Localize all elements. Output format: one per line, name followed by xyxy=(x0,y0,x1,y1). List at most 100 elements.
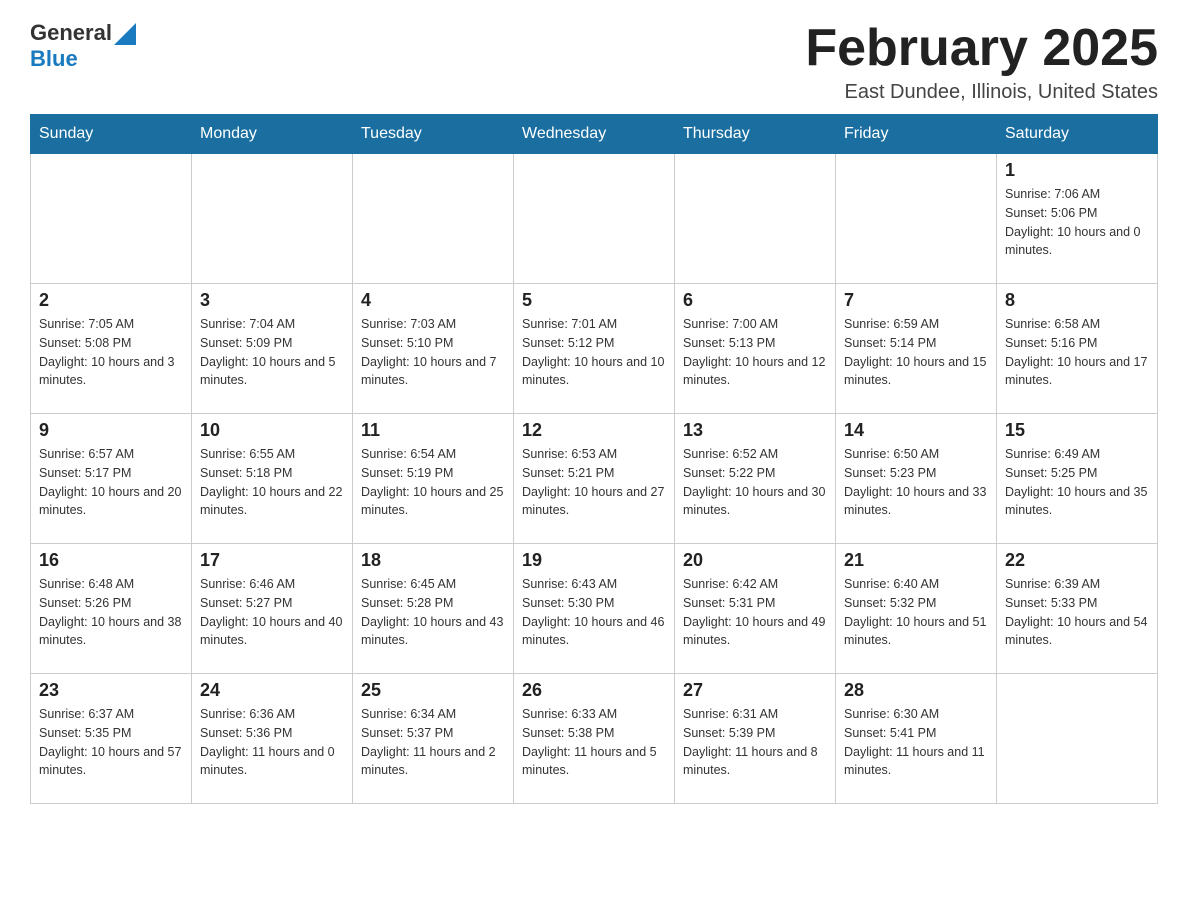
calendar-day-cell: 9 Sunrise: 6:57 AM Sunset: 5:17 PM Daylig… xyxy=(31,414,192,544)
calendar-day-cell: 21Sunrise: 6:40 AM Sunset: 5:32 PM Dayli… xyxy=(836,544,997,674)
calendar-day-cell xyxy=(675,154,836,284)
day-number: 17 xyxy=(200,550,344,571)
calendar-day-cell: 2 Sunrise: 7:05 AM Sunset: 5:08 PM Daylig… xyxy=(31,284,192,414)
day-number: 27 xyxy=(683,680,827,701)
calendar-day-cell: 6 Sunrise: 7:00 AM Sunset: 5:13 PM Daylig… xyxy=(675,284,836,414)
day-info: Sunrise: 6:33 AM Sunset: 5:38 PM Dayligh… xyxy=(522,705,666,780)
day-info: Sunrise: 6:54 AM Sunset: 5:19 PM Dayligh… xyxy=(361,445,505,520)
calendar-day-cell: 1Sunrise: 7:06 AM Sunset: 5:06 PM Daylig… xyxy=(997,154,1158,284)
day-number: 11 xyxy=(361,420,505,441)
logo-triangle-icon xyxy=(114,23,136,45)
day-number: 2 xyxy=(39,290,183,311)
calendar-day-cell: 7 Sunrise: 6:59 AM Sunset: 5:14 PM Daylig… xyxy=(836,284,997,414)
day-number: 15 xyxy=(1005,420,1149,441)
day-info: Sunrise: 6:55 AM Sunset: 5:18 PM Dayligh… xyxy=(200,445,344,520)
calendar-day-cell: 12 Sunrise: 6:53 AM Sunset: 5:21 PM Dayli… xyxy=(514,414,675,544)
calendar-day-cell: 5 Sunrise: 7:01 AM Sunset: 5:12 PM Daylig… xyxy=(514,284,675,414)
calendar-day-cell: 13 Sunrise: 6:52 AM Sunset: 5:22 PM Dayli… xyxy=(675,414,836,544)
page-header: General Blue February 2025 East Dundee, … xyxy=(30,20,1158,104)
day-number: 13 xyxy=(683,420,827,441)
day-number: 5 xyxy=(522,290,666,311)
calendar-day-cell: 24 Sunrise: 6:36 AM Sunset: 5:36 PM Dayli… xyxy=(192,674,353,804)
day-info: Sunrise: 6:48 AM Sunset: 5:26 PM Dayligh… xyxy=(39,575,183,650)
logo-blue-text: Blue xyxy=(30,46,78,71)
day-number: 23 xyxy=(39,680,183,701)
calendar-week-row: 9 Sunrise: 6:57 AM Sunset: 5:17 PM Daylig… xyxy=(31,414,1158,544)
day-number: 12 xyxy=(522,420,666,441)
calendar-header-row: SundayMondayTuesdayWednesdayThursdayFrid… xyxy=(31,115,1158,154)
day-info: Sunrise: 7:00 AM Sunset: 5:13 PM Dayligh… xyxy=(683,315,827,390)
day-number: 4 xyxy=(361,290,505,311)
day-number: 6 xyxy=(683,290,827,311)
day-of-week-header: Saturday xyxy=(997,115,1158,154)
day-info: Sunrise: 6:49 AM Sunset: 5:25 PM Dayligh… xyxy=(1005,445,1149,520)
day-number: 7 xyxy=(844,290,988,311)
calendar-day-cell: 15 Sunrise: 6:49 AM Sunset: 5:25 PM Dayli… xyxy=(997,414,1158,544)
day-of-week-header: Sunday xyxy=(31,115,192,154)
day-of-week-header: Thursday xyxy=(675,115,836,154)
calendar-day-cell: 25Sunrise: 6:34 AM Sunset: 5:37 PM Dayli… xyxy=(353,674,514,804)
calendar-day-cell xyxy=(31,154,192,284)
calendar-day-cell xyxy=(997,674,1158,804)
day-info: Sunrise: 6:50 AM Sunset: 5:23 PM Dayligh… xyxy=(844,445,988,520)
day-info: Sunrise: 7:03 AM Sunset: 5:10 PM Dayligh… xyxy=(361,315,505,390)
day-of-week-header: Tuesday xyxy=(353,115,514,154)
calendar-day-cell xyxy=(353,154,514,284)
location-subtitle: East Dundee, Illinois, United States xyxy=(805,81,1158,104)
day-number: 19 xyxy=(522,550,666,571)
calendar-day-cell: 4 Sunrise: 7:03 AM Sunset: 5:10 PM Daylig… xyxy=(353,284,514,414)
calendar-day-cell: 16 Sunrise: 6:48 AM Sunset: 5:26 PM Dayli… xyxy=(31,544,192,674)
calendar-day-cell xyxy=(836,154,997,284)
day-info: Sunrise: 7:01 AM Sunset: 5:12 PM Dayligh… xyxy=(522,315,666,390)
day-of-week-header: Friday xyxy=(836,115,997,154)
calendar-day-cell: 20Sunrise: 6:42 AM Sunset: 5:31 PM Dayli… xyxy=(675,544,836,674)
day-info: Sunrise: 6:58 AM Sunset: 5:16 PM Dayligh… xyxy=(1005,315,1149,390)
day-info: Sunrise: 6:53 AM Sunset: 5:21 PM Dayligh… xyxy=(522,445,666,520)
day-info: Sunrise: 6:39 AM Sunset: 5:33 PM Dayligh… xyxy=(1005,575,1149,650)
day-info: Sunrise: 7:05 AM Sunset: 5:08 PM Dayligh… xyxy=(39,315,183,390)
day-number: 16 xyxy=(39,550,183,571)
calendar-day-cell: 28 Sunrise: 6:30 AM Sunset: 5:41 PM Dayli… xyxy=(836,674,997,804)
day-number: 14 xyxy=(844,420,988,441)
calendar-week-row: 2 Sunrise: 7:05 AM Sunset: 5:08 PM Daylig… xyxy=(31,284,1158,414)
day-info: Sunrise: 6:37 AM Sunset: 5:35 PM Dayligh… xyxy=(39,705,183,780)
calendar-day-cell: 27Sunrise: 6:31 AM Sunset: 5:39 PM Dayli… xyxy=(675,674,836,804)
calendar-day-cell: 11 Sunrise: 6:54 AM Sunset: 5:19 PM Dayli… xyxy=(353,414,514,544)
calendar-week-row: 1Sunrise: 7:06 AM Sunset: 5:06 PM Daylig… xyxy=(31,154,1158,284)
calendar-day-cell: 22 Sunrise: 6:39 AM Sunset: 5:33 PM Dayli… xyxy=(997,544,1158,674)
calendar-day-cell: 26Sunrise: 6:33 AM Sunset: 5:38 PM Dayli… xyxy=(514,674,675,804)
title-section: February 2025 East Dundee, Illinois, Uni… xyxy=(805,20,1158,104)
day-number: 18 xyxy=(361,550,505,571)
day-number: 24 xyxy=(200,680,344,701)
day-number: 22 xyxy=(1005,550,1149,571)
calendar-week-row: 23 Sunrise: 6:37 AM Sunset: 5:35 PM Dayli… xyxy=(31,674,1158,804)
day-number: 10 xyxy=(200,420,344,441)
day-info: Sunrise: 6:46 AM Sunset: 5:27 PM Dayligh… xyxy=(200,575,344,650)
day-info: Sunrise: 6:59 AM Sunset: 5:14 PM Dayligh… xyxy=(844,315,988,390)
calendar-week-row: 16 Sunrise: 6:48 AM Sunset: 5:26 PM Dayli… xyxy=(31,544,1158,674)
day-info: Sunrise: 6:36 AM Sunset: 5:36 PM Dayligh… xyxy=(200,705,344,780)
day-of-week-header: Wednesday xyxy=(514,115,675,154)
day-number: 25 xyxy=(361,680,505,701)
day-info: Sunrise: 6:52 AM Sunset: 5:22 PM Dayligh… xyxy=(683,445,827,520)
day-info: Sunrise: 6:40 AM Sunset: 5:32 PM Dayligh… xyxy=(844,575,988,650)
day-number: 1 xyxy=(1005,160,1149,181)
calendar-day-cell: 18 Sunrise: 6:45 AM Sunset: 5:28 PM Dayli… xyxy=(353,544,514,674)
calendar-day-cell: 14 Sunrise: 6:50 AM Sunset: 5:23 PM Dayli… xyxy=(836,414,997,544)
calendar-day-cell xyxy=(514,154,675,284)
day-info: Sunrise: 6:43 AM Sunset: 5:30 PM Dayligh… xyxy=(522,575,666,650)
logo-general-text: General xyxy=(30,20,112,46)
day-number: 28 xyxy=(844,680,988,701)
day-info: Sunrise: 7:04 AM Sunset: 5:09 PM Dayligh… xyxy=(200,315,344,390)
day-number: 3 xyxy=(200,290,344,311)
calendar-day-cell: 10 Sunrise: 6:55 AM Sunset: 5:18 PM Dayli… xyxy=(192,414,353,544)
logo: General Blue xyxy=(30,20,136,72)
day-info: Sunrise: 6:57 AM Sunset: 5:17 PM Dayligh… xyxy=(39,445,183,520)
calendar-day-cell xyxy=(192,154,353,284)
day-info: Sunrise: 6:45 AM Sunset: 5:28 PM Dayligh… xyxy=(361,575,505,650)
day-number: 20 xyxy=(683,550,827,571)
calendar-day-cell: 23 Sunrise: 6:37 AM Sunset: 5:35 PM Dayli… xyxy=(31,674,192,804)
day-number: 8 xyxy=(1005,290,1149,311)
day-info: Sunrise: 6:30 AM Sunset: 5:41 PM Dayligh… xyxy=(844,705,988,780)
day-number: 9 xyxy=(39,420,183,441)
